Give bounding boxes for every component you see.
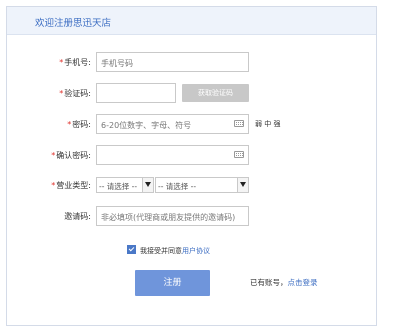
code-row: *验证码: 获取验证码 xyxy=(7,83,376,103)
code-label: *验证码: xyxy=(59,88,91,99)
invite-row: 邀请码: 非必填项(代理商或朋友提供的邀请码) xyxy=(7,206,376,226)
phone-label-text: 手机号: xyxy=(64,58,91,67)
business-select-1[interactable]: -- 请选择 -- xyxy=(96,177,154,193)
chevron-down-icon[interactable] xyxy=(237,178,248,192)
page-title: 欢迎注册思迅天店 xyxy=(35,18,112,29)
business-row: *营业类型: -- 请选择 -- -- 请选择 -- xyxy=(7,177,376,197)
business-select-2-value: -- 请选择 -- xyxy=(158,182,197,191)
confirm-row: *确认密码: xyxy=(7,145,376,165)
business-label-text: 营业类型: xyxy=(56,181,91,190)
password-label-text: 密码: xyxy=(72,120,91,129)
phone-placeholder: 手机号码 xyxy=(101,59,133,68)
register-button[interactable]: 注册 xyxy=(135,270,210,296)
chevron-down-icon[interactable] xyxy=(142,178,153,192)
invite-placeholder: 非必填项(代理商或朋友提供的邀请码) xyxy=(101,213,236,222)
panel-header: 欢迎注册思迅天店 xyxy=(7,7,376,35)
keyboard-icon[interactable] xyxy=(234,151,244,158)
agreement: 我接受并同意用户协议 xyxy=(127,245,210,255)
login-text: 已有账号， xyxy=(250,278,288,287)
business-label: *营业类型: xyxy=(51,180,91,191)
password-placeholder: 6-20位数字、字母、符号 xyxy=(101,121,192,130)
password-row: *密码: 6-20位数字、字母、符号 弱 中 强 xyxy=(7,114,376,134)
login-prompt: 已有账号，点击登录 xyxy=(250,277,318,288)
required-mark: * xyxy=(59,58,64,67)
code-label-text: 验证码: xyxy=(64,89,91,98)
required-mark: * xyxy=(59,89,64,98)
code-input[interactable] xyxy=(96,83,176,103)
required-mark: * xyxy=(51,181,56,190)
keyboard-icon[interactable] xyxy=(234,120,244,127)
required-mark: * xyxy=(51,151,56,160)
confirm-password-input[interactable] xyxy=(96,145,249,165)
phone-input[interactable]: 手机号码 xyxy=(96,52,249,72)
confirm-label-text: 确认密码: xyxy=(56,151,91,160)
business-select-2[interactable]: -- 请选择 -- xyxy=(155,177,249,193)
confirm-label: *确认密码: xyxy=(51,150,91,161)
required-mark: * xyxy=(67,120,72,129)
business-select-1-value: -- 请选择 -- xyxy=(99,182,138,191)
register-panel: 欢迎注册思迅天店 *手机号: 手机号码 *验证码: 获取验证码 *密码: 6-2… xyxy=(6,6,377,326)
password-strength: 弱 中 强 xyxy=(255,120,281,128)
invite-input[interactable]: 非必填项(代理商或朋友提供的邀请码) xyxy=(96,206,249,226)
phone-label: *手机号: xyxy=(59,57,91,68)
invite-label: 邀请码: xyxy=(64,212,91,221)
agreement-text: 我接受并同意 xyxy=(140,247,182,255)
agreement-checkbox[interactable] xyxy=(127,245,136,254)
phone-row: *手机号: 手机号码 xyxy=(7,52,376,72)
user-agreement-link[interactable]: 用户协议 xyxy=(182,247,210,255)
login-link[interactable]: 点击登录 xyxy=(288,278,318,287)
password-label: *密码: xyxy=(67,119,91,130)
password-input[interactable]: 6-20位数字、字母、符号 xyxy=(96,114,249,134)
get-code-button[interactable]: 获取验证码 xyxy=(182,84,249,102)
